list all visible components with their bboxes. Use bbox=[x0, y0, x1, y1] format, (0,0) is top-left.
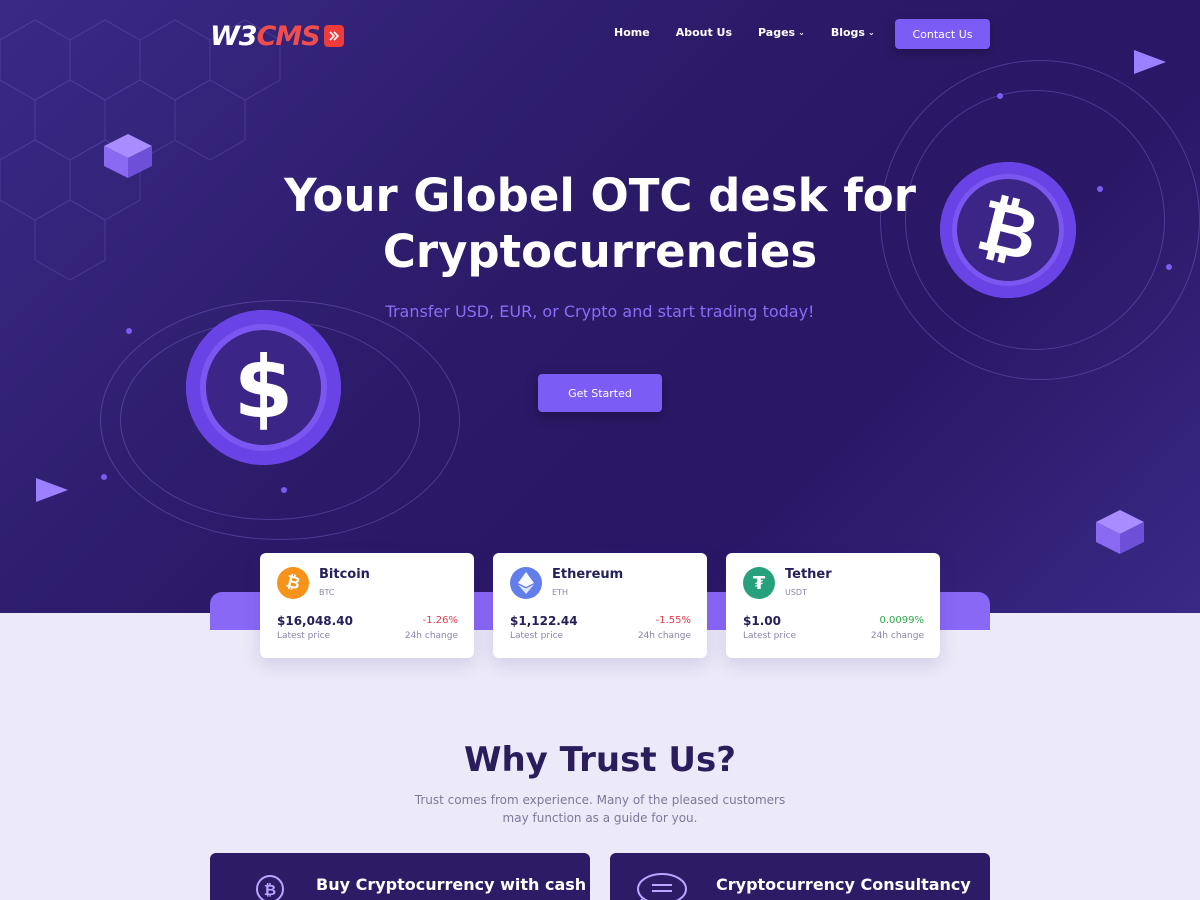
ticker-name: Tether bbox=[785, 567, 832, 582]
feature-title: Cryptocurrency Consultancy bbox=[716, 875, 971, 894]
logo-badge-icon bbox=[323, 25, 344, 47]
decor-dot bbox=[126, 328, 132, 334]
bitcoin-icon: ₿ bbox=[277, 567, 309, 599]
triangle-icon bbox=[36, 478, 68, 502]
ticker-change-label: 24h change bbox=[637, 631, 691, 641]
ticker-card-tether[interactable]: ₮ Tether USDT $1.00 Latest price 0.0099%… bbox=[726, 553, 940, 658]
ticker-symbol: ETH bbox=[552, 588, 568, 597]
hero-title: Your Globel OTC desk for Cryptocurrencie… bbox=[284, 169, 916, 278]
ticker-change-label: 24h change bbox=[870, 631, 924, 641]
ticker-price: $1,122.44 bbox=[510, 614, 578, 628]
dollar-coin-icon: $ bbox=[186, 310, 341, 465]
ticker-change: -1.26% bbox=[422, 615, 458, 626]
ticker-symbol: BTC bbox=[319, 588, 335, 597]
ticker-price-label: Latest price bbox=[277, 631, 331, 641]
feature-card-buy-crypto[interactable]: ₿ Buy Cryptocurrency with cash bbox=[210, 853, 590, 900]
bitcoin-cash-icon: ₿ bbox=[256, 875, 284, 900]
svg-text:₿: ₿ bbox=[264, 881, 276, 899]
get-started-button[interactable]: Get Started bbox=[538, 374, 662, 412]
ticker-price-label: Latest price bbox=[510, 631, 564, 641]
nav-item-blogs[interactable]: Blogs ⌄ bbox=[831, 26, 875, 39]
triangle-icon bbox=[1134, 50, 1166, 74]
ticker-price: $1.00 bbox=[743, 614, 781, 628]
nav-item-about-us[interactable]: About Us bbox=[676, 26, 732, 39]
ticker-card-ethereum[interactable]: Ethereum ETH $1,122.44 Latest price -1.5… bbox=[493, 553, 707, 658]
nav-item-home[interactable]: Home bbox=[614, 26, 650, 39]
ticker-price: $16,048.40 bbox=[277, 614, 353, 628]
cube-icon bbox=[1096, 510, 1144, 554]
section-title: Why Trust Us? bbox=[463, 740, 737, 780]
ethereum-icon bbox=[510, 567, 542, 599]
decor-dot bbox=[1097, 186, 1103, 192]
hero-section: $ ₿ W3CMS Home About Us Pages ⌄ Blogs ⌄ Co… bbox=[0, 0, 1200, 613]
feature-card-consultancy[interactable]: Cryptocurrency Consultancy bbox=[610, 853, 990, 900]
ticker-price-label: Latest price bbox=[743, 631, 797, 641]
cube-icon bbox=[104, 134, 152, 178]
decor-dot bbox=[281, 487, 287, 493]
chevron-down-icon: ⌄ bbox=[867, 28, 875, 37]
logo[interactable]: W3CMS bbox=[210, 20, 344, 52]
ticker-card-bitcoin[interactable]: ₿ Bitcoin BTC $16,048.40 Latest price -1… bbox=[260, 553, 474, 658]
ticker-change: 0.0099% bbox=[879, 615, 925, 626]
bitcoin-coin-icon: ₿ bbox=[940, 162, 1076, 298]
feature-title: Buy Cryptocurrency with cash bbox=[316, 875, 587, 894]
ticker-symbol: USDT bbox=[785, 588, 807, 597]
nav-item-pages[interactable]: Pages ⌄ bbox=[758, 26, 805, 39]
ticker-name: Bitcoin bbox=[319, 567, 370, 582]
main-nav: Home About Us Pages ⌄ Blogs ⌄ bbox=[614, 26, 875, 39]
ticker-change: -1.55% bbox=[655, 615, 691, 626]
tether-icon: ₮ bbox=[743, 567, 775, 599]
decor-dot bbox=[101, 474, 107, 480]
chevron-down-icon: ⌄ bbox=[798, 28, 805, 37]
section-subtitle: Trust comes from experience. Many of the… bbox=[414, 793, 786, 825]
logo-text: W3CMS bbox=[210, 20, 321, 52]
ticker-change-label: 24h change bbox=[404, 631, 458, 641]
chat-bubble-icon bbox=[637, 873, 687, 900]
contact-us-button[interactable]: Contact Us bbox=[895, 19, 990, 49]
hero-subtitle: Transfer USD, EUR, or Crypto and start t… bbox=[385, 302, 815, 321]
decor-dot bbox=[997, 93, 1003, 99]
ticker-name: Ethereum bbox=[552, 567, 624, 582]
decor-dot bbox=[1166, 264, 1172, 270]
